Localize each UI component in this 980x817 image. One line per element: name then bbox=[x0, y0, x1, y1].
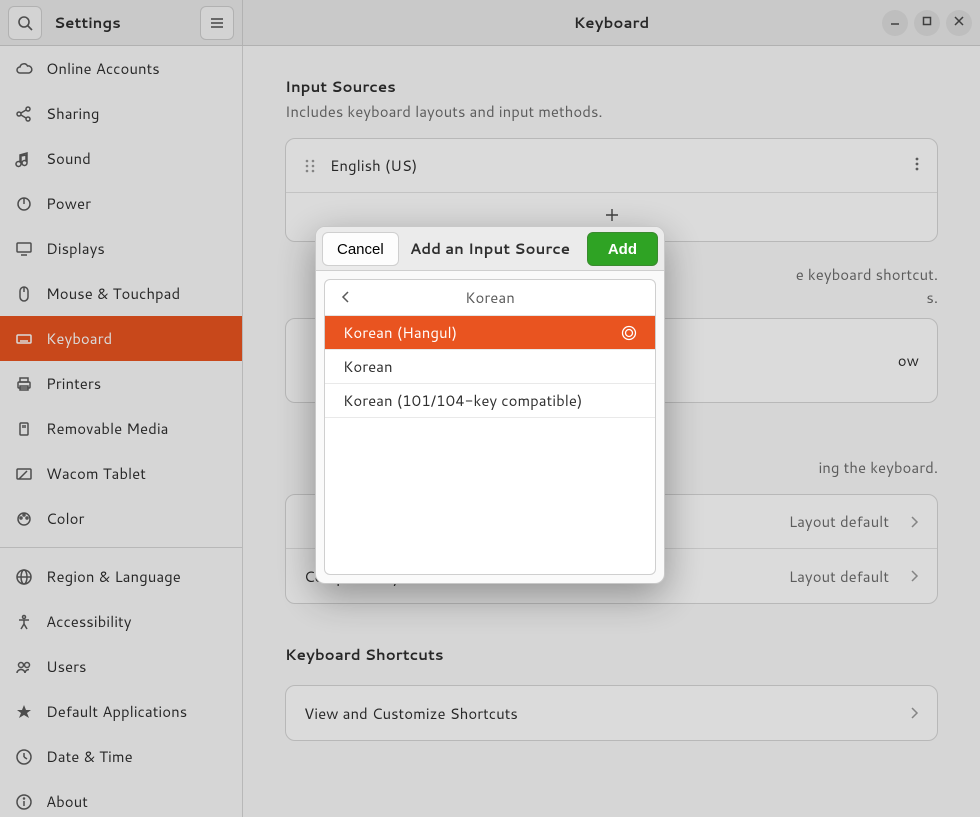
back-button[interactable] bbox=[331, 280, 361, 316]
modal-overlay[interactable]: Cancel Add an Input Source Add Korean Ko… bbox=[0, 0, 980, 817]
input-source-option-label: Korean bbox=[343, 356, 393, 377]
dialog-category-row: Korean bbox=[325, 280, 655, 316]
ime-icon bbox=[621, 325, 637, 341]
input-source-option-label: Korean (101/104-key compatible) bbox=[343, 390, 582, 411]
dialog-items: Korean (Hangul) Korean Korean (101/104-key… bbox=[325, 316, 655, 418]
dialog-title: Add an Input Source bbox=[410, 238, 570, 259]
input-source-option-label: Korean (Hangul) bbox=[343, 322, 457, 343]
input-source-option[interactable]: Korean (101/104-key compatible) bbox=[325, 384, 655, 418]
input-source-option[interactable]: Korean bbox=[325, 350, 655, 384]
add-button[interactable]: Add bbox=[587, 232, 658, 266]
dialog-listbox: Korean Korean (Hangul) Korean Korean (101/… bbox=[324, 279, 656, 575]
chevron-left-icon bbox=[341, 290, 351, 307]
dialog-category-label: Korean bbox=[465, 287, 515, 308]
input-source-option[interactable]: Korean (Hangul) bbox=[325, 316, 655, 350]
cancel-button[interactable]: Cancel bbox=[322, 232, 399, 266]
dialog-header: Cancel Add an Input Source Add bbox=[316, 227, 664, 271]
add-input-source-dialog: Cancel Add an Input Source Add Korean Ko… bbox=[315, 226, 665, 584]
dialog-body: Korean Korean (Hangul) Korean Korean (101/… bbox=[316, 271, 664, 583]
